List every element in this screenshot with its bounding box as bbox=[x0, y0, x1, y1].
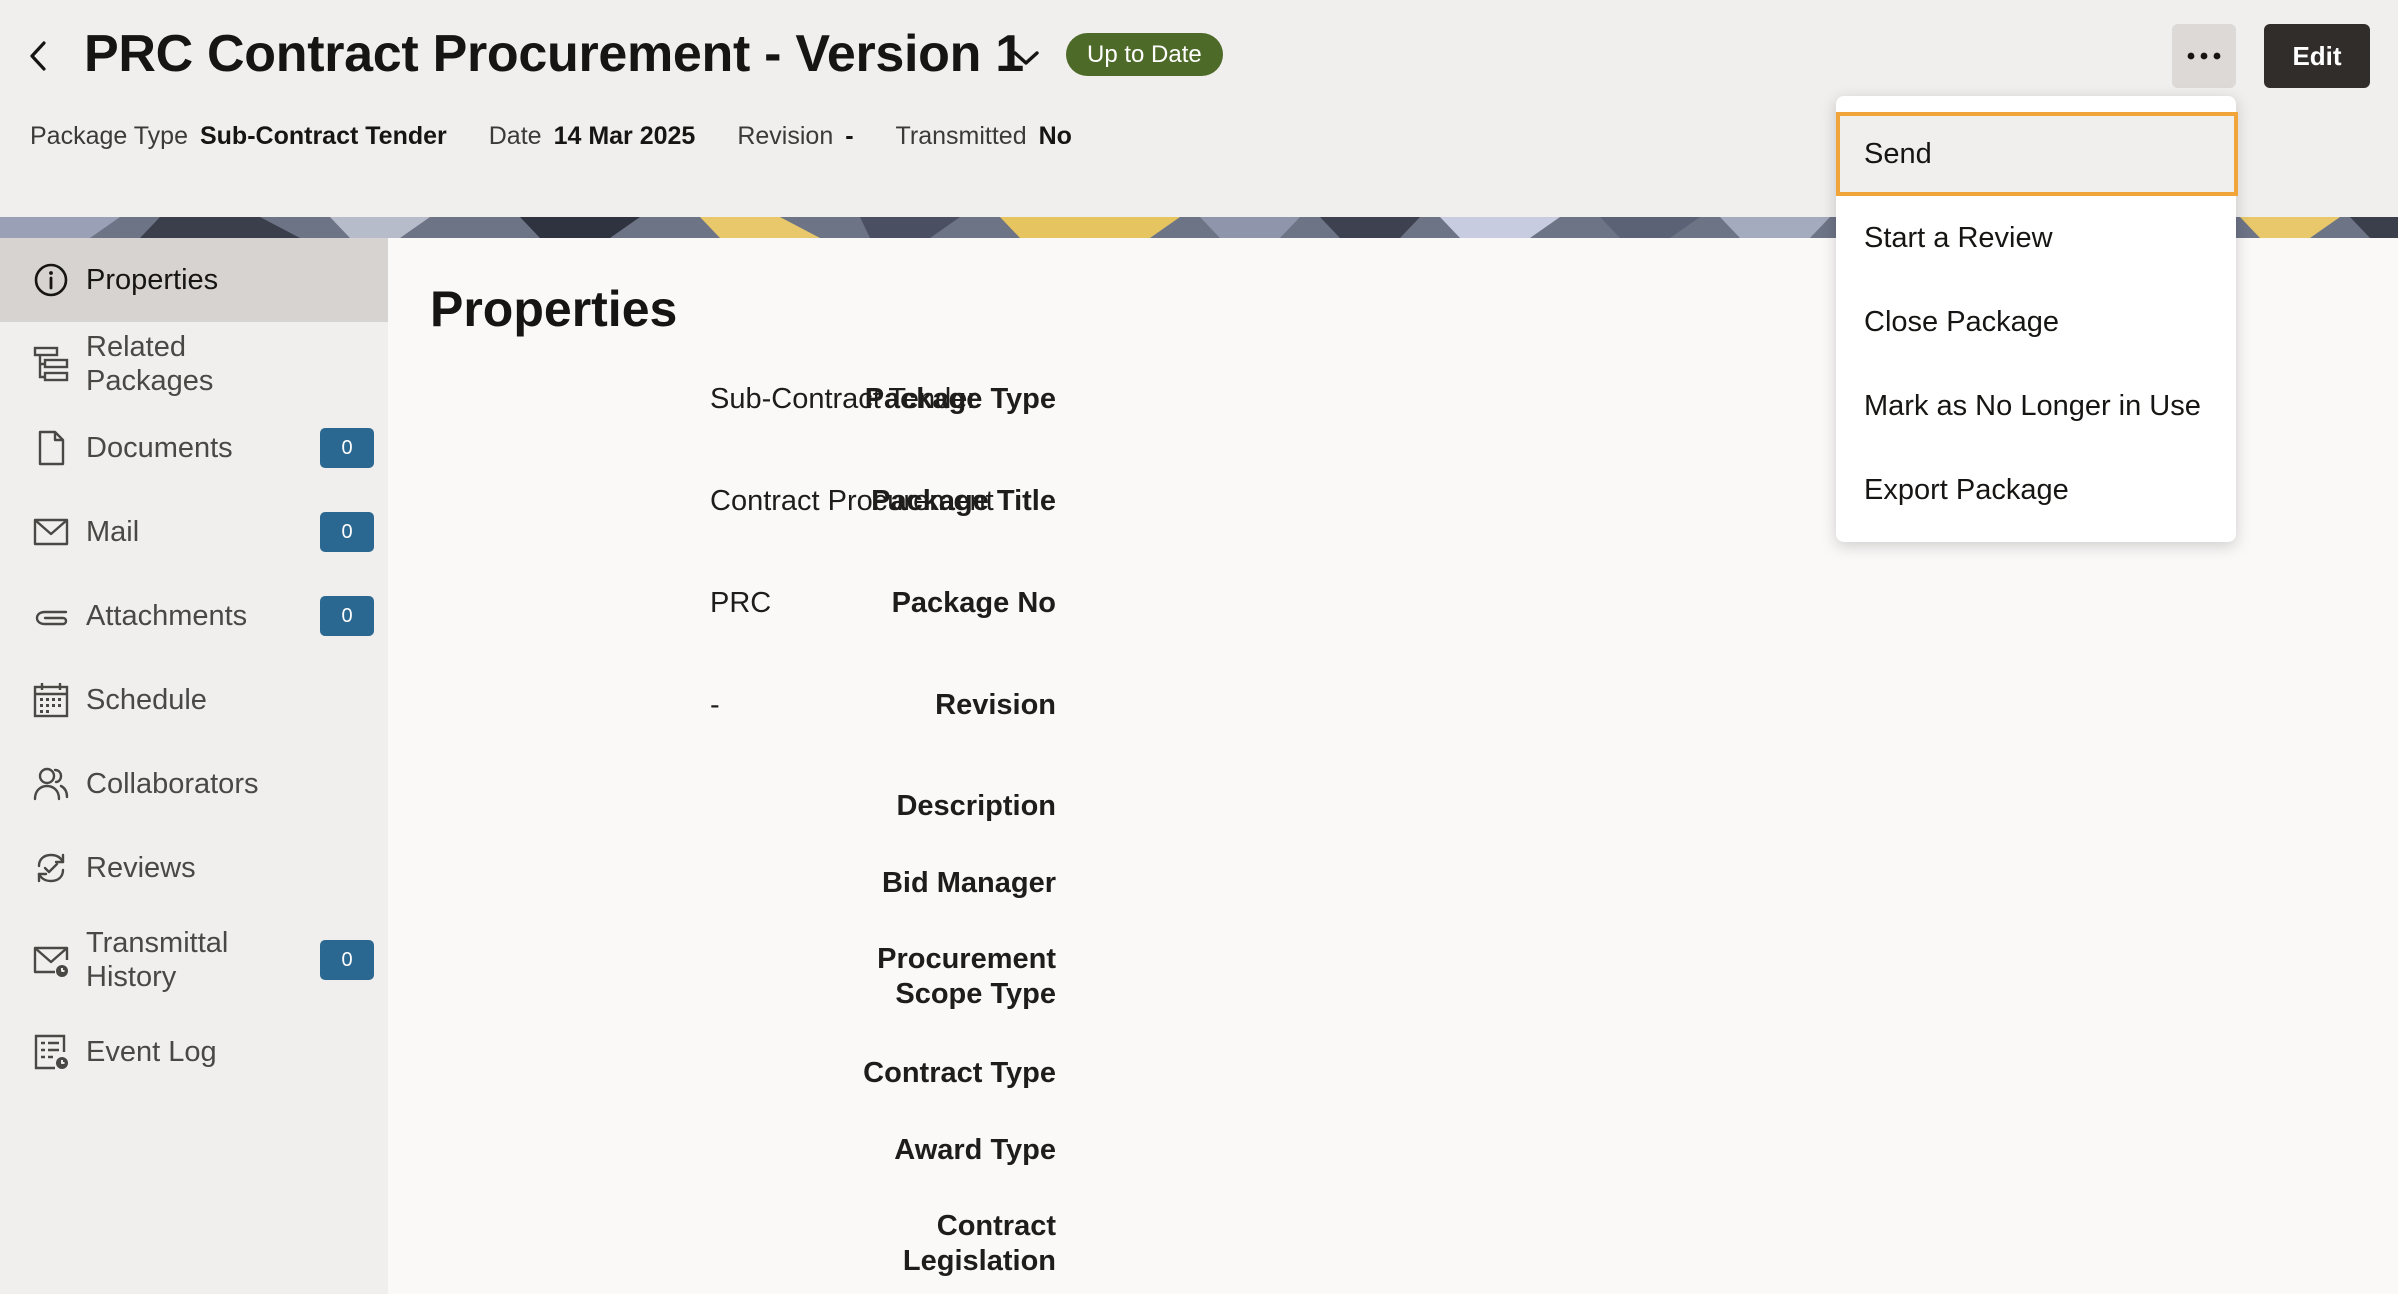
info-icon bbox=[32, 261, 70, 299]
sidebar: Properties Related Packages Documents 0 … bbox=[0, 238, 388, 1294]
mail-icon bbox=[32, 513, 70, 551]
chevron-down-icon bbox=[1013, 51, 1039, 65]
prop-label-contract-type: Contract Type bbox=[863, 1057, 1056, 1089]
prop-label-award-type: Award Type bbox=[894, 1134, 1056, 1166]
document-icon bbox=[32, 429, 70, 467]
review-icon bbox=[32, 849, 70, 887]
prop-value-revision: - bbox=[710, 689, 720, 721]
menu-item-send[interactable]: Send bbox=[1836, 112, 2238, 196]
edit-button[interactable]: Edit bbox=[2264, 24, 2370, 88]
calendar-icon bbox=[32, 681, 70, 719]
event-log-icon bbox=[32, 1033, 70, 1071]
sidebar-item-label: Related Packages bbox=[86, 331, 214, 397]
menu-item-close-package[interactable]: Close Package bbox=[1836, 280, 2236, 364]
chevron-left-icon bbox=[30, 41, 46, 71]
sidebar-item-attachments[interactable]: Attachments 0 bbox=[0, 574, 388, 658]
menu-item-export-package[interactable]: Export Package bbox=[1836, 448, 2236, 532]
sidebar-item-mail[interactable]: Mail 0 bbox=[0, 490, 388, 574]
sidebar-item-label: Properties bbox=[86, 264, 219, 296]
menu-item-mark-no-longer-in-use[interactable]: Mark as No Longer in Use bbox=[1836, 364, 2236, 448]
documents-count-badge: 0 bbox=[320, 428, 374, 468]
sidebar-item-properties[interactable]: Properties bbox=[0, 238, 388, 322]
sidebar-item-label: Reviews bbox=[86, 852, 196, 884]
prop-label-package-no: Package No bbox=[891, 587, 1056, 619]
prop-label-contract-legislation: Contract Legislation bbox=[902, 1210, 1056, 1277]
page-title: PRC Contract Procurement - Version 1 bbox=[84, 25, 1024, 83]
sidebar-item-related-packages[interactable]: Related Packages bbox=[0, 322, 388, 406]
prop-label-revision: Revision bbox=[935, 689, 1056, 721]
prop-value-package-type: Sub-Contract Tender bbox=[710, 383, 978, 415]
users-icon bbox=[32, 765, 70, 803]
menu-item-start-review[interactable]: Start a Review bbox=[1836, 196, 2236, 280]
sidebar-item-documents[interactable]: Documents 0 bbox=[0, 406, 388, 490]
prop-value-package-no: PRC bbox=[710, 587, 772, 619]
sidebar-item-label: Collaborators bbox=[86, 768, 259, 800]
sidebar-item-label: Transmittal History bbox=[86, 927, 229, 993]
more-actions-button[interactable] bbox=[2172, 24, 2236, 88]
sidebar-item-label: Event Log bbox=[86, 1036, 217, 1068]
prop-value-package-title: Contract Procurement bbox=[710, 485, 994, 517]
status-badge: Up to Date bbox=[1066, 33, 1223, 76]
version-dropdown-button[interactable] bbox=[1004, 38, 1048, 78]
sidebar-item-transmittal-history[interactable]: Transmittal History 0 bbox=[0, 910, 388, 1010]
back-button[interactable] bbox=[20, 34, 56, 78]
prop-label-description: Description bbox=[896, 790, 1056, 822]
sidebar-item-label: Documents bbox=[86, 432, 233, 464]
sidebar-item-label: Attachments bbox=[86, 600, 248, 632]
actions-menu: Send Start a Review Close Package Mark a… bbox=[1836, 96, 2238, 542]
package-meta: Package Type Sub-Contract Tender Date 14 M… bbox=[30, 122, 1072, 151]
sidebar-item-label: Schedule bbox=[86, 684, 207, 716]
sidebar-item-label: Mail bbox=[86, 516, 140, 548]
sidebar-item-reviews[interactable]: Reviews bbox=[0, 826, 388, 910]
sidebar-item-schedule[interactable]: Schedule bbox=[0, 658, 388, 742]
transmittal-count-badge: 0 bbox=[320, 940, 374, 980]
sidebar-item-event-log[interactable]: Event Log bbox=[0, 1010, 388, 1094]
meta-date: Date 14 Mar 2025 bbox=[488, 122, 696, 150]
prop-label-procurement-scope-type: Procurement Scope Type bbox=[877, 943, 1056, 1010]
mail-clock-icon bbox=[32, 941, 70, 979]
meta-revision: Revision - bbox=[737, 122, 854, 150]
attachments-count-badge: 0 bbox=[320, 596, 374, 636]
mail-count-badge: 0 bbox=[320, 512, 374, 552]
prop-label-bid-manager: Bid Manager bbox=[881, 867, 1056, 899]
paperclip-icon bbox=[32, 597, 70, 635]
meta-transmitted: Transmitted No bbox=[895, 122, 1072, 150]
sidebar-item-collaborators[interactable]: Collaborators bbox=[0, 742, 388, 826]
meta-package-type: Package Type Sub-Contract Tender bbox=[30, 122, 447, 150]
ellipsis-icon bbox=[2187, 52, 2221, 60]
hierarchy-icon bbox=[32, 345, 70, 383]
section-title: Properties bbox=[430, 281, 678, 337]
